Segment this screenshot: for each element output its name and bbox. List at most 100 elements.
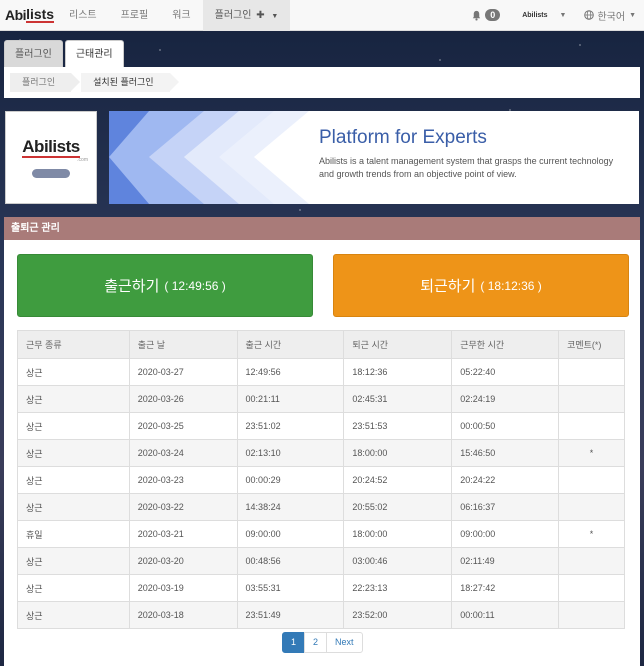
table-body: 상근 2020-03-27 12:49:56 18:12:36 05:22:40 상근 20… — [17, 358, 625, 629]
table-cell-comment — [558, 358, 625, 386]
nav-item-work[interactable]: 워크 — [160, 0, 202, 31]
table-cell: 18:12:36 — [343, 358, 453, 386]
page-2-button[interactable]: 2 — [304, 632, 328, 653]
table-cell: 상근 — [17, 412, 130, 440]
table-cell: 15:46:50 — [451, 439, 560, 467]
table-cell: 18:27:42 — [451, 574, 560, 602]
attendance-table: 근무 종류 출근 날 출근 시간 퇴근 시간 근무한 시간 코멘트(*) 상근 2… — [17, 330, 625, 629]
table-cell: 20:55:02 — [343, 493, 453, 521]
table-cell: 2020-03-24 — [128, 439, 238, 467]
page-1-button[interactable]: 1 — [282, 632, 306, 653]
table-cell: 상근 — [17, 493, 130, 521]
table-cell: 23:51:49 — [236, 601, 345, 629]
user-avatar: Abilists — [522, 11, 548, 19]
table-row[interactable]: 휴일 2020-03-21 09:00:00 18:00:00 09:00:00 * — [17, 520, 625, 548]
table-cell: 06:16:37 — [451, 493, 560, 521]
header-work-type[interactable]: 근무 종류 — [17, 330, 130, 359]
table-row[interactable]: 상근 2020-03-26 00:21:11 02:45:31 02:24:19 — [17, 385, 625, 413]
check-in-label: 출근하기 — [104, 278, 160, 295]
nav-right: 0 Abilists ▼ 한국어 ▼ — [461, 0, 644, 31]
table-cell: 22:23:13 — [343, 574, 453, 602]
table-cell-comment: * — [558, 520, 625, 548]
nav-item-list[interactable]: 리스트 — [57, 0, 109, 31]
table-cell: 23:52:00 — [343, 601, 453, 629]
table-cell: 00:00:11 — [451, 601, 560, 629]
check-in-time: ( 12:49:56 ) — [164, 278, 226, 293]
attendance-buttons: 출근하기 ( 12:49:56 ) 퇴근하기 ( 18:12:36 ) — [17, 254, 629, 317]
table-cell: 02:45:31 — [343, 385, 453, 413]
check-out-label: 퇴근하기 — [420, 278, 476, 295]
table-cell: 12:49:56 — [236, 358, 345, 386]
table-cell: 02:24:19 — [451, 385, 560, 413]
table-cell: 23:51:53 — [343, 412, 453, 440]
table-cell: 00:00:50 — [451, 412, 560, 440]
table-cell: 03:00:46 — [343, 547, 453, 575]
notifications-button[interactable]: 0 — [461, 9, 510, 21]
nav-item-plugin[interactable]: 플러그인 ✚ ▼ — [202, 0, 291, 31]
breadcrumb: 플러그인 설치된 플러그인 — [4, 67, 640, 98]
table-cell: 00:21:11 — [236, 385, 345, 413]
table-cell: 18:00:00 — [343, 520, 453, 548]
table-cell: 휴일 — [17, 520, 130, 548]
table-cell: 2020-03-26 — [128, 385, 238, 413]
header-worked[interactable]: 근무한 시간 — [451, 330, 560, 359]
brand-lists: lists — [26, 6, 55, 23]
table-cell-comment — [558, 547, 625, 575]
table-cell: 02:11:49 — [451, 547, 560, 575]
table-cell: 상근 — [17, 601, 130, 629]
pagination: 1 2 Next — [282, 632, 363, 653]
check-in-button[interactable]: 출근하기 ( 12:49:56 ) — [17, 254, 313, 317]
caret-down-icon: ▼ — [271, 12, 279, 20]
brand-abi: Abi — [5, 7, 27, 23]
cloud-icon — [32, 169, 70, 178]
table-row[interactable]: 상근 2020-03-23 00:00:29 20:24:52 20:24:22 — [17, 466, 625, 494]
header-check-in[interactable]: 출근 시간 — [236, 330, 345, 359]
plus-icon: ✚ — [256, 9, 265, 21]
table-cell: 상근 — [17, 547, 130, 575]
table-cell: 상근 — [17, 358, 130, 386]
header-check-out[interactable]: 퇴근 시간 — [343, 330, 453, 359]
nav-item-profile[interactable]: 프로필 — [109, 0, 161, 31]
header-comment[interactable]: 코멘트(*) — [558, 330, 625, 359]
table-cell: 상근 — [17, 574, 130, 602]
table-cell: 23:51:02 — [236, 412, 345, 440]
hero-logo-text: Abilists — [22, 137, 80, 158]
table-cell: 2020-03-25 — [128, 412, 238, 440]
table-row[interactable]: 상근 2020-03-22 14:38:24 20:55:02 06:16:37 — [17, 493, 625, 521]
table-row[interactable]: 상근 2020-03-25 23:51:02 23:51:53 00:00:50 — [17, 412, 625, 440]
table-cell-comment — [558, 466, 625, 494]
table-cell: 2020-03-20 — [128, 547, 238, 575]
table-cell-comment — [558, 601, 625, 629]
language-menu[interactable]: 한국어 ▼ — [578, 8, 644, 23]
hero-logo: Abilists .com — [5, 111, 97, 204]
caret-down-icon: ▼ — [629, 11, 636, 19]
hero-logo-sub: .com — [77, 157, 88, 163]
brand-logo[interactable]: Abi lists — [0, 7, 57, 23]
table-cell: 20:24:52 — [343, 466, 453, 494]
table-cell: 05:22:40 — [451, 358, 560, 386]
tab-attendance[interactable]: 근태관리 — [64, 40, 124, 67]
next-page-button[interactable]: Next — [326, 632, 363, 653]
user-menu[interactable]: Abilists ▼ — [510, 12, 578, 19]
hero-banner: Platform for Experts Abilists is a talen… — [109, 111, 639, 204]
hero-text: Platform for Experts Abilists is a talen… — [319, 127, 619, 181]
bell-icon — [473, 10, 481, 21]
check-out-button[interactable]: 퇴근하기 ( 18:12:36 ) — [333, 254, 629, 317]
breadcrumb-installed-plugin[interactable]: 설치된 플러그인 — [81, 73, 180, 92]
table-row[interactable]: 상근 2020-03-19 03:55:31 22:23:13 18:27:42 — [17, 574, 625, 602]
table-cell-comment — [558, 574, 625, 602]
tab-plugin[interactable]: 플러그인 — [4, 40, 63, 67]
table-cell: 2020-03-19 — [128, 574, 238, 602]
table-cell: 상근 — [17, 385, 130, 413]
table-cell: 상근 — [17, 439, 130, 467]
table-cell: 09:00:00 — [236, 520, 345, 548]
breadcrumb-plugin[interactable]: 플러그인 — [10, 73, 81, 92]
table-row[interactable]: 상근 2020-03-20 00:48:56 03:00:46 02:11:49 — [17, 547, 625, 575]
table-row[interactable]: 상근 2020-03-18 23:51:49 23:52:00 00:00:11 — [17, 601, 625, 629]
table-row[interactable]: 상근 2020-03-27 12:49:56 18:12:36 05:22:40 — [17, 358, 625, 386]
header-date[interactable]: 출근 날 — [128, 330, 238, 359]
table-cell: 2020-03-21 — [128, 520, 238, 548]
table-cell-comment — [558, 412, 625, 440]
table-cell: 상근 — [17, 466, 130, 494]
table-row[interactable]: 상근 2020-03-24 02:13:10 18:00:00 15:46:50 * — [17, 439, 625, 467]
